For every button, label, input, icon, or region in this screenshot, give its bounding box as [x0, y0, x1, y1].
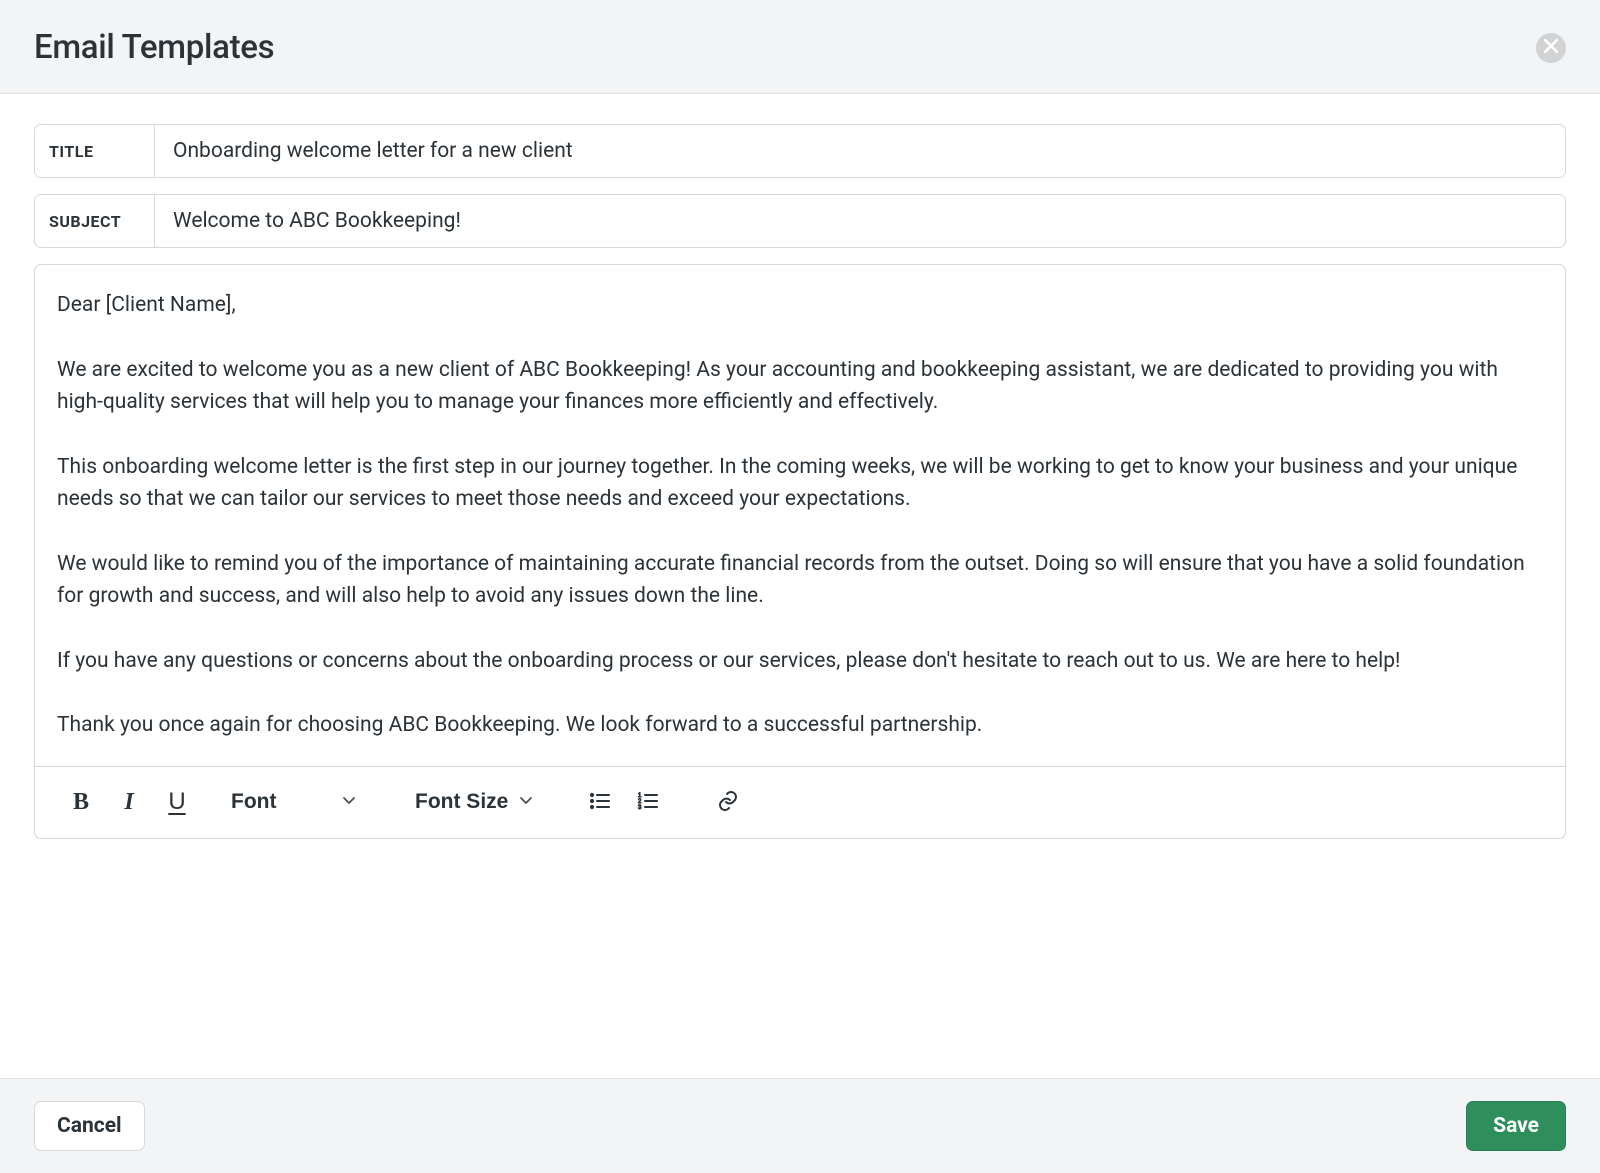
page-title: Email Templates — [34, 28, 274, 67]
body-paragraph: Dear [Client Name], — [57, 289, 1543, 322]
body-paragraph: This onboarding welcome letter is the fi… — [57, 451, 1543, 516]
save-button[interactable]: Save — [1466, 1101, 1566, 1151]
font-select[interactable]: Font — [219, 782, 369, 822]
editor-toolbar: B I U Font Font Size — [35, 766, 1565, 838]
link-button[interactable] — [708, 782, 748, 822]
bulleted-list-button[interactable] — [580, 782, 620, 822]
subject-input[interactable] — [155, 195, 1565, 247]
title-field-row: TITLE — [34, 124, 1566, 178]
close-icon — [1544, 39, 1558, 56]
numbered-list-icon: 1 2 3 — [636, 789, 660, 816]
link-icon — [716, 789, 740, 816]
svg-text:3: 3 — [638, 805, 642, 811]
fontsize-select[interactable]: Font Size — [403, 782, 546, 822]
chevron-down-icon — [341, 790, 357, 814]
cancel-button[interactable]: Cancel — [34, 1101, 145, 1151]
body-paragraph: Thank you once again for choosing ABC Bo… — [57, 709, 1543, 742]
modal-header: Email Templates — [0, 0, 1600, 94]
body-paragraph: If you have any questions or concerns ab… — [57, 645, 1543, 678]
modal-body: TITLE SUBJECT Dear [Client Name], We are… — [0, 94, 1600, 1078]
bulleted-list-icon — [588, 789, 612, 816]
close-button[interactable] — [1536, 33, 1566, 63]
italic-button[interactable]: I — [109, 782, 149, 822]
bold-button[interactable]: B — [61, 782, 101, 822]
body-paragraph: We are excited to welcome you as a new c… — [57, 354, 1543, 419]
underline-button[interactable]: U — [157, 782, 197, 822]
subject-field-row: SUBJECT — [34, 194, 1566, 248]
editor-body[interactable]: Dear [Client Name], We are excited to we… — [35, 265, 1565, 766]
chevron-down-icon — [518, 790, 534, 814]
editor: Dear [Client Name], We are excited to we… — [34, 264, 1566, 839]
fontsize-select-label: Font Size — [415, 790, 508, 814]
font-select-label: Font — [231, 790, 276, 814]
title-label: TITLE — [35, 125, 155, 177]
title-input[interactable] — [155, 125, 1565, 177]
modal-footer: Cancel Save — [0, 1078, 1600, 1173]
subject-label: SUBJECT — [35, 195, 155, 247]
numbered-list-button[interactable]: 1 2 3 — [628, 782, 668, 822]
body-paragraph: We would like to remind you of the impor… — [57, 548, 1543, 613]
